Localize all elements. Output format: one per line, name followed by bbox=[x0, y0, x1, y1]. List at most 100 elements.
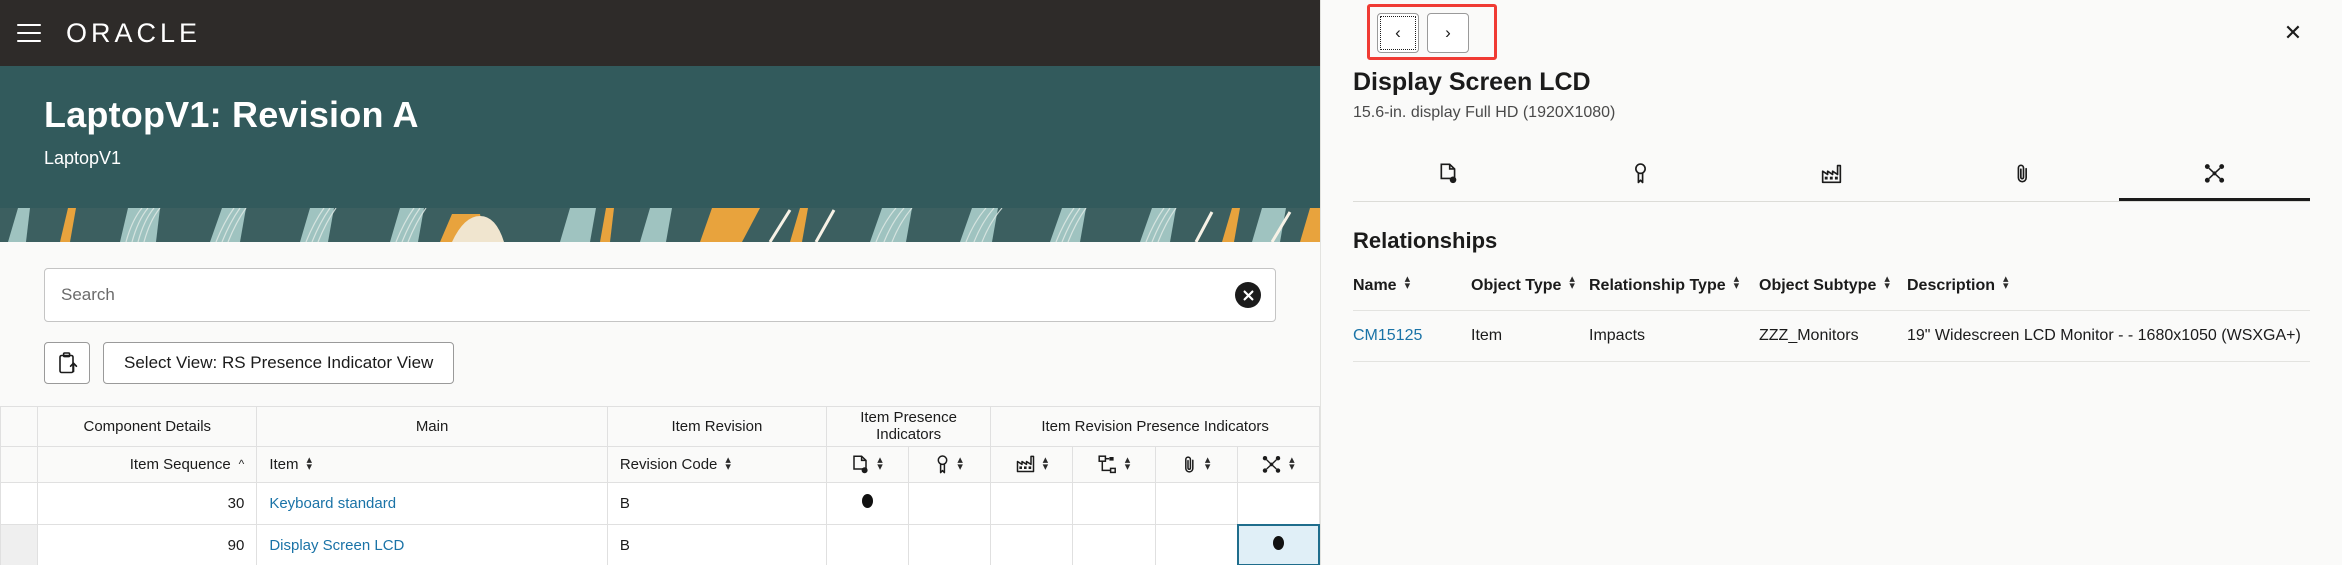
tab-document-changeorder[interactable] bbox=[1353, 149, 1544, 201]
clipboard-export-icon[interactable] bbox=[44, 342, 90, 384]
cell-indicator-attachment[interactable] bbox=[1154, 481, 1238, 525]
column-document-changeorder[interactable]: ▴ ▾ bbox=[825, 445, 910, 483]
factory-icon bbox=[1016, 455, 1035, 473]
column-relationships[interactable]: ▴ ▾ bbox=[1236, 445, 1320, 483]
relationship-name-link[interactable]: CM15125 bbox=[1353, 327, 1422, 344]
group-component-details: Component Details bbox=[37, 406, 258, 447]
select-view-button[interactable]: Select View: RS Presence Indicator View bbox=[103, 342, 455, 384]
cell-item-sequence: 30 bbox=[37, 481, 258, 525]
hamburger-icon[interactable] bbox=[14, 18, 44, 48]
table-row[interactable]: 30 Keyboard standard B bbox=[0, 481, 1320, 525]
tab-attachment[interactable] bbox=[1927, 149, 2118, 201]
search-input[interactable]: Search bbox=[44, 268, 1276, 322]
item-link[interactable]: Keyboard standard bbox=[269, 495, 396, 512]
rel-cell-relationship-type: Impacts bbox=[1589, 310, 1759, 362]
column-item-sequence-label: Item Sequence bbox=[129, 455, 231, 473]
cell-indicator-factory[interactable] bbox=[990, 523, 1074, 565]
sort-toggle-icon[interactable]: ▴ ▾ bbox=[1405, 274, 1411, 292]
column-factory[interactable]: ▴ ▾ bbox=[990, 445, 1074, 483]
grid-gutter-header bbox=[0, 406, 39, 447]
column-item-sequence[interactable]: Item Sequence ^ bbox=[37, 445, 258, 483]
quality-icon bbox=[936, 454, 949, 474]
document-changeorder-icon bbox=[852, 454, 869, 474]
item-link[interactable]: Display Screen LCD bbox=[269, 537, 404, 554]
cell-indicator-structure[interactable] bbox=[1072, 481, 1156, 525]
sort-toggle-icon[interactable]: ▴ ▾ bbox=[1734, 274, 1740, 292]
group-item-revision-presence-indicators: Item Revision Presence Indicators bbox=[990, 406, 1320, 447]
attachment-icon bbox=[2014, 163, 2031, 184]
attachment-icon bbox=[1182, 455, 1197, 474]
sort-toggle-icon[interactable]: ▴ ▾ bbox=[1884, 274, 1890, 292]
column-revision-code-label: Revision Code bbox=[619, 455, 718, 473]
detail-panel: ‹ › ✕ Display Screen LCD 15.6-in. displa… bbox=[1320, 0, 2342, 565]
close-panel-button[interactable]: ✕ bbox=[2276, 16, 2310, 50]
search-placeholder: Search bbox=[61, 285, 115, 304]
rel-column-relationship-type[interactable]: Relationship Type ▴ ▾ bbox=[1589, 274, 1759, 311]
sort-toggle-icon[interactable]: ▴ ▾ bbox=[957, 455, 963, 473]
group-item-revision: Item Revision bbox=[606, 406, 827, 447]
detail-panel-title: Display Screen LCD bbox=[1353, 68, 1591, 96]
cell-indicator-quality[interactable] bbox=[908, 481, 992, 525]
row-gutter bbox=[0, 481, 39, 525]
sort-toggle-icon[interactable]: ▴ ▾ bbox=[725, 455, 731, 473]
relationships-icon bbox=[2204, 163, 2225, 184]
grid-column-header-row: Item Sequence ^ Item ▴ ▾ Revision Code ▴… bbox=[0, 445, 1320, 483]
tab-relationships[interactable] bbox=[2118, 149, 2311, 201]
sort-toggle-icon[interactable]: ▴ ▾ bbox=[1043, 455, 1049, 473]
sort-toggle-icon[interactable]: ▴ ▾ bbox=[307, 455, 313, 473]
record-navigation: ‹ › bbox=[1377, 13, 1469, 53]
chevron-left-icon: ‹ bbox=[1395, 23, 1401, 42]
cell-indicator-relationships-selected[interactable] bbox=[1236, 523, 1320, 565]
sort-toggle-icon[interactable]: ▴ ▾ bbox=[1289, 455, 1295, 473]
column-structure[interactable]: ▴ ▾ bbox=[1072, 445, 1156, 483]
cell-item[interactable]: Keyboard standard bbox=[256, 481, 608, 525]
rel-column-name[interactable]: Name ▴ ▾ bbox=[1353, 274, 1471, 311]
tab-quality[interactable] bbox=[1544, 149, 1735, 201]
grid-group-header-row: Component Details Main Item Revision Ite… bbox=[0, 406, 1320, 447]
rel-column-object-subtype[interactable]: Object Subtype ▴ ▾ bbox=[1759, 274, 1907, 311]
close-icon: ✕ bbox=[2283, 20, 2303, 45]
document-changeorder-icon bbox=[1439, 163, 1458, 184]
table-row[interactable]: CM15125 Item Impacts ZZZ_Monitors 19" Wi… bbox=[1353, 310, 2310, 362]
rel-column-relationship-type-label: Relationship Type bbox=[1589, 277, 1726, 294]
grid-gutter-header-2 bbox=[0, 445, 39, 483]
table-row[interactable]: 90 Display Screen LCD B bbox=[0, 523, 1320, 565]
cell-indicator-factory[interactable] bbox=[990, 481, 1074, 525]
cell-item[interactable]: Display Screen LCD bbox=[256, 523, 608, 565]
cell-indicator-document[interactable] bbox=[825, 523, 910, 565]
sort-toggle-icon[interactable]: ▴ ▾ bbox=[1125, 455, 1131, 473]
rel-cell-name[interactable]: CM15125 bbox=[1353, 310, 1471, 362]
cell-indicator-quality[interactable] bbox=[908, 523, 992, 565]
cell-indicator-document[interactable] bbox=[825, 481, 910, 525]
oracle-logo: ORACLE bbox=[66, 17, 202, 48]
close-circle-icon[interactable] bbox=[1235, 282, 1261, 308]
column-revision-code[interactable]: Revision Code ▴ ▾ bbox=[606, 445, 827, 483]
sort-toggle-icon[interactable]: ▴ ▾ bbox=[2003, 274, 2009, 292]
group-main: Main bbox=[256, 406, 608, 447]
rel-cell-object-subtype: ZZZ_Monitors bbox=[1759, 310, 1907, 362]
sort-toggle-icon[interactable]: ▴ ▾ bbox=[1569, 274, 1575, 292]
column-attachment[interactable]: ▴ ▾ bbox=[1154, 445, 1238, 483]
main-content-pane: ORACLE LaptopV1: Revision A LaptopV1 Ite… bbox=[0, 0, 1320, 565]
rel-cell-object-type: Item bbox=[1471, 310, 1589, 362]
cell-indicator-relationships[interactable] bbox=[1236, 481, 1320, 525]
column-quality[interactable]: ▴ ▾ bbox=[908, 445, 992, 483]
sort-asc-icon[interactable]: ^ bbox=[239, 457, 245, 471]
rel-column-object-type[interactable]: Object Type ▴ ▾ bbox=[1471, 274, 1589, 311]
presence-dot bbox=[862, 494, 873, 508]
column-item-label: Item bbox=[269, 455, 299, 473]
column-item[interactable]: Item ▴ ▾ bbox=[256, 445, 608, 483]
rel-cell-description: 19" Widescreen LCD Monitor - - 1680x1050… bbox=[1907, 310, 2310, 362]
next-record-button[interactable]: › bbox=[1427, 13, 1469, 53]
sort-toggle-icon[interactable]: ▴ ▾ bbox=[1205, 455, 1211, 473]
sort-toggle-icon[interactable]: ▴ ▾ bbox=[877, 455, 883, 473]
rel-column-description[interactable]: Description ▴ ▾ bbox=[1907, 274, 2310, 311]
relationships-header-row: Name ▴ ▾ Object Type ▴ ▾ Relationship Type bbox=[1353, 274, 2310, 311]
previous-record-button[interactable]: ‹ bbox=[1377, 13, 1419, 53]
page-subtitle: LaptopV1 bbox=[44, 148, 122, 168]
tab-factory[interactable] bbox=[1736, 149, 1927, 201]
cell-indicator-structure[interactable] bbox=[1072, 523, 1156, 565]
cell-indicator-attachment[interactable] bbox=[1154, 523, 1238, 565]
relationships-icon bbox=[1262, 455, 1281, 474]
page-hero: LaptopV1: Revision A LaptopV1 Item Class… bbox=[0, 66, 1320, 242]
